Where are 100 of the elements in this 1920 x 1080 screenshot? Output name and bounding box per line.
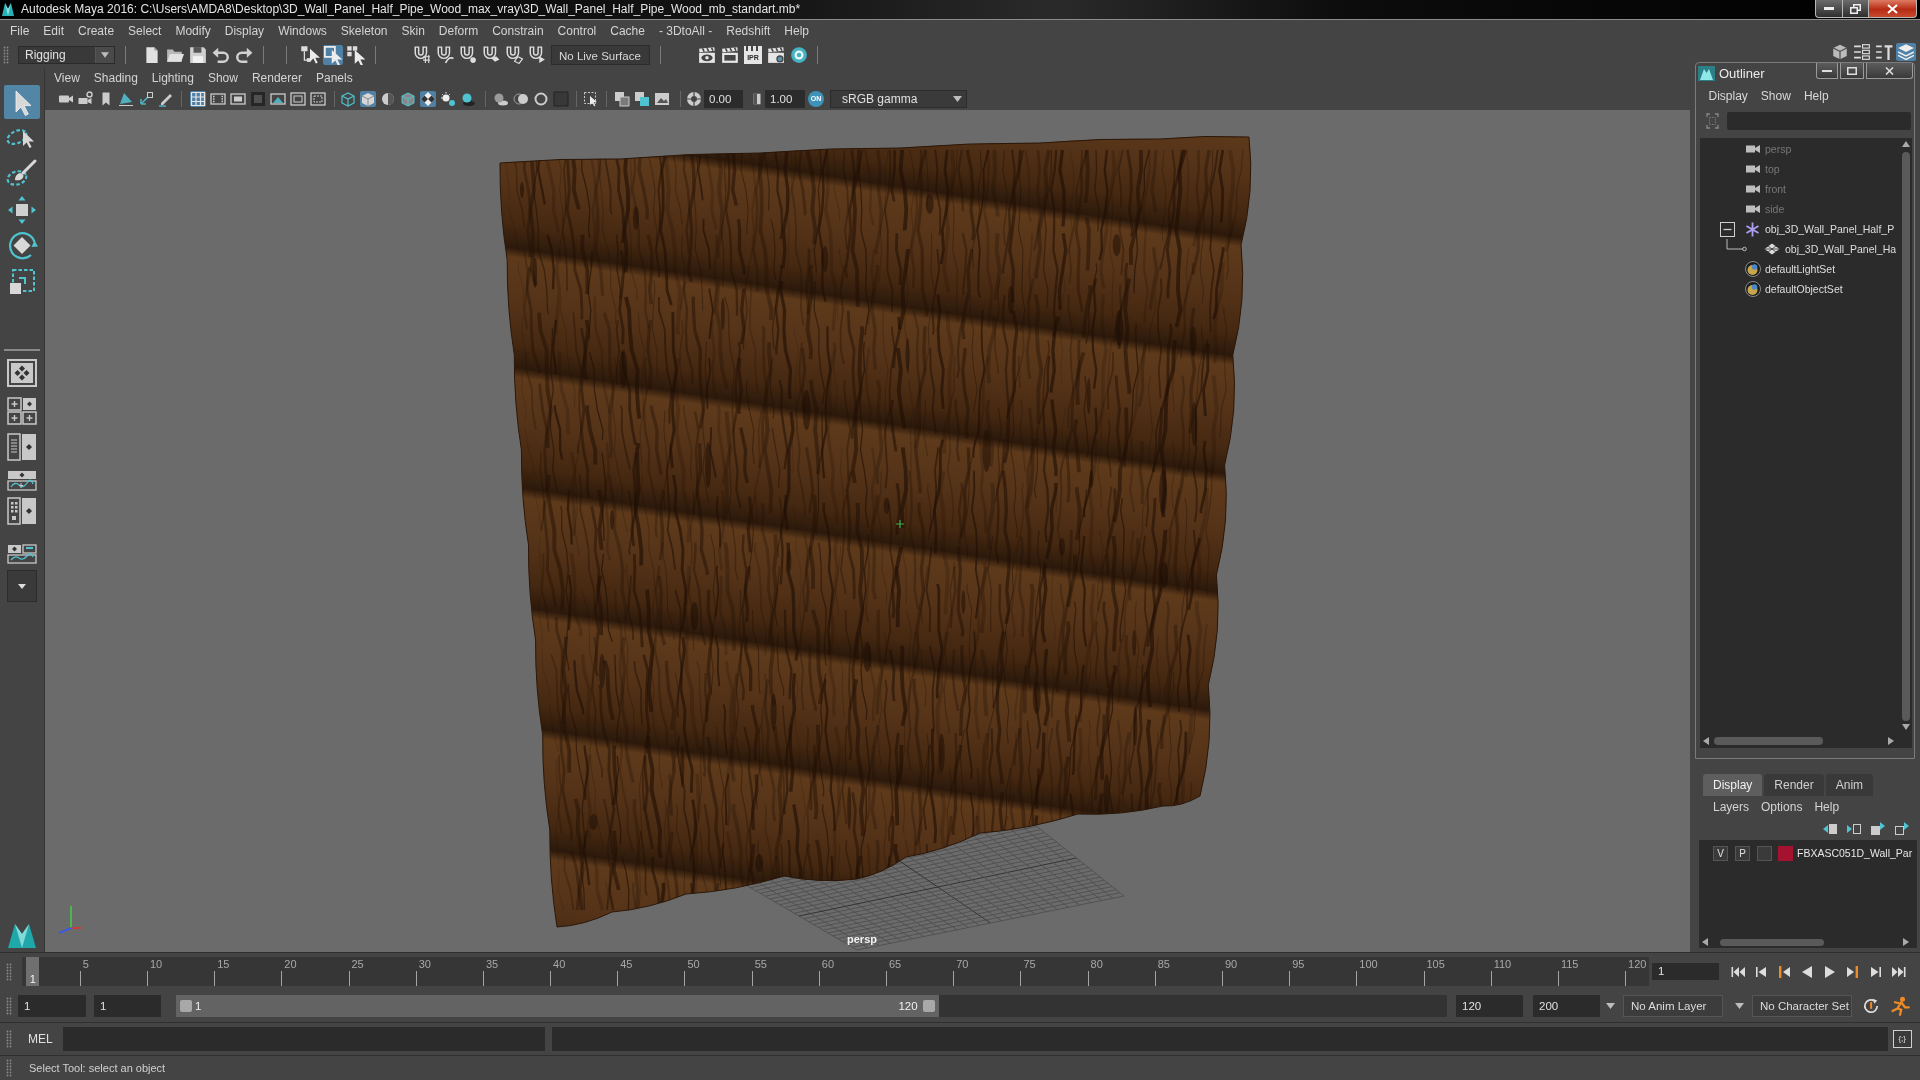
menu-item[interactable]: View [47,68,87,88]
menu-item[interactable]: Skeleton [333,21,395,41]
undo-icon[interactable] [212,46,230,64]
menu-item[interactable]: Deform [431,21,486,41]
magnet-icon[interactable] [459,46,477,64]
range-start-field[interactable]: 1 [94,995,161,1017]
menu-item[interactable]: Edit [36,21,72,41]
command-language-label[interactable]: MEL [28,1032,53,1046]
anim-layer-dropdown[interactable]: No Anim Layer [1623,995,1723,1017]
magnet-icon[interactable] [505,46,523,64]
scrollbar-thumb[interactable] [1902,152,1910,721]
pane-layout-icon[interactable] [7,544,37,564]
menu-item[interactable]: Skin [394,21,432,41]
overlapping-squares-icon[interactable] [634,91,650,107]
tree-cursor-icon[interactable] [300,45,320,65]
camera-icon[interactable] [78,91,94,107]
scroll-right-icon[interactable] [1903,938,1909,946]
menu-item[interactable]: Shading [86,68,145,88]
layer-swatch-icon[interactable] [1778,845,1793,861]
menu-item[interactable]: Select [121,21,169,41]
overlapping-squares-icon[interactable] [614,91,630,107]
minimize-button[interactable] [1816,63,1838,79]
circular-arrow-icon[interactable] [1862,997,1880,1015]
collapse-icon[interactable] [1720,221,1735,237]
sphere-icon[interactable] [493,91,509,107]
grip-icon[interactable] [6,962,12,981]
close-button[interactable] [1866,63,1913,79]
menu-item[interactable]: Options [1755,800,1809,814]
tab[interactable]: Display [1703,774,1763,796]
outliner-item[interactable]: obj_3D_Wall_Panel_Half_P [1765,222,1895,236]
clapboard-icon[interactable] [721,46,739,64]
pane-layout-icon[interactable] [7,433,37,461]
scrollbar-thumb[interactable] [1714,737,1823,745]
folder-icon[interactable] [166,46,184,64]
wireframe-cube-icon[interactable] [340,91,356,107]
outliner-item[interactable]: defaultLightSet [1765,262,1836,276]
menu-item[interactable]: - 3DtoAll - [651,21,720,41]
grip-icon[interactable] [3,46,9,64]
layer-arrow-icon[interactable] [1822,821,1838,837]
filter-field[interactable] [1727,112,1911,130]
menu-item[interactable]: Lighting [144,68,201,88]
playback-toggle[interactable]: P [1735,845,1750,861]
pane-layout-icon[interactable] [7,397,37,425]
scroll-down-icon[interactable] [1902,724,1910,730]
magnet-icon[interactable] [413,46,431,64]
dashed-frame-icon[interactable] [310,91,326,107]
menu-item[interactable]: Help [1808,800,1846,814]
menu-item[interactable]: Redshift [719,21,778,41]
grip-icon[interactable] [6,1030,12,1048]
end-frame-field[interactable]: 200 [1533,995,1600,1017]
menu-item[interactable]: Create [71,21,122,41]
menu-item[interactable]: Constrain [485,21,551,41]
caret-icon[interactable] [1735,1002,1744,1010]
layer-name[interactable]: FBXASC051D_Wall_Par [1797,847,1913,859]
outliner-item[interactable]: defaultObjectSet [1765,282,1843,296]
range-start-cap[interactable] [180,1000,192,1012]
shaded-cube-icon[interactable] [360,91,376,107]
current-frame-field[interactable]: 1 [1652,963,1719,980]
tab[interactable]: Render [1764,774,1824,796]
magnet-icon[interactable] [436,46,454,64]
grid-cursor-icon[interactable] [346,45,366,65]
aperture-icon[interactable] [686,91,702,107]
pane-layout-icon[interactable] [7,470,37,491]
page-icon[interactable] [143,46,161,64]
menu-item[interactable]: Layers [1707,800,1756,814]
menu-item[interactable]: Modify [168,21,218,41]
half-circle-icon[interactable] [380,91,396,107]
menu-item[interactable]: Renderer [244,68,309,88]
close-button[interactable] [1869,0,1917,18]
layout-menu-button[interactable] [7,570,37,602]
scroll-up-icon[interactable] [1902,141,1910,147]
cube-icon[interactable] [1830,43,1850,61]
scroll-left-icon[interactable] [1703,737,1709,745]
magnet-icon[interactable] [528,46,546,64]
frame-icon[interactable] [290,91,306,107]
grip-icon[interactable] [6,1059,12,1077]
layer-arrow-icon[interactable] [1846,821,1862,837]
light-icon[interactable] [440,91,456,107]
caret-icon[interactable] [95,47,114,63]
diagonal-arrow-icon[interactable] [138,91,154,107]
minimize-button[interactable] [1815,0,1842,18]
redo-icon[interactable] [235,46,253,64]
layer-arrow-icon[interactable] [1894,821,1910,837]
menu-item[interactable]: Display [1702,89,1755,103]
magnet-icon[interactable] [482,46,500,64]
film-frame-icon[interactable] [210,91,226,107]
caret-icon[interactable] [1606,1002,1615,1010]
ring-icon[interactable] [533,91,549,107]
checker-icon[interactable] [420,91,436,107]
current-frame-marker[interactable]: 1 [26,957,40,986]
time-slider[interactable]: 5 10 15 20 25 30 35 40 45 50 55 60 65 70 75 80 85 90 95 100 105 110 115 120 1 [22,957,1649,986]
shadow-sphere-icon[interactable] [460,91,476,107]
scrollbar-thumb[interactable] [1720,938,1824,946]
dashed-select-icon[interactable] [583,91,599,107]
pencil-icon[interactable] [158,91,174,107]
image-icon[interactable] [654,91,670,107]
grip-icon[interactable] [6,997,12,1015]
range-slider[interactable]: 1 120 [176,995,1447,1017]
triangle-icon[interactable] [118,91,134,107]
menu-item[interactable]: Cache [603,21,652,41]
